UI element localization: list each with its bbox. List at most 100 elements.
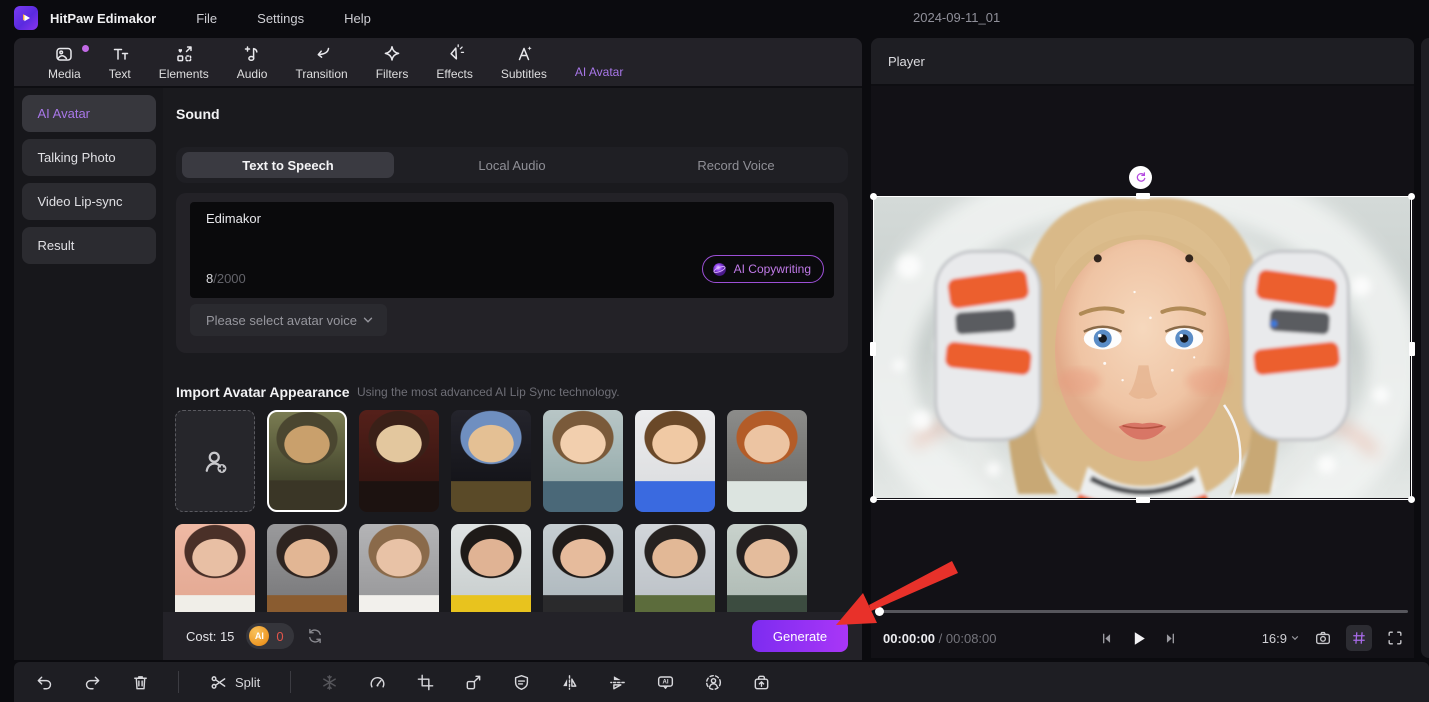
tool-ai-subtitle-button[interactable]: AI xyxy=(641,662,689,702)
tool-trash-button[interactable] xyxy=(116,662,164,702)
current-time: 00:00:00 xyxy=(883,631,935,646)
avatar-thumb-woman-green-shirt[interactable] xyxy=(727,524,807,626)
menu-file[interactable]: File xyxy=(196,11,217,26)
menu-help[interactable]: Help xyxy=(344,11,371,26)
playhead-knob[interactable] xyxy=(875,607,884,616)
tool-undo-button[interactable] xyxy=(20,662,68,702)
sidebar-item-video-lip-sync[interactable]: Video Lip-sync xyxy=(22,183,156,220)
sidebar-item-ai-avatar[interactable]: AI Avatar xyxy=(22,95,156,132)
scissors-icon xyxy=(209,673,228,692)
avatar-thumb-redhead-woman[interactable] xyxy=(727,410,807,512)
avatar-thumb-woman-olive-shirt[interactable] xyxy=(635,524,715,626)
play-icon[interactable] xyxy=(1128,628,1149,649)
sidebar-item-talking-photo[interactable]: Talking Photo xyxy=(22,139,156,176)
aspect-ratio-select[interactable]: 16:9 xyxy=(1262,631,1300,646)
script-text-input[interactable]: Edimakor 8/2000 AI Copywriting xyxy=(190,202,834,298)
sound-tab-local-audio[interactable]: Local Audio xyxy=(406,152,618,178)
resize-handle-top[interactable] xyxy=(1136,193,1150,199)
avatar-thumb-shakespeare[interactable] xyxy=(359,410,439,512)
project-title: 2024-09-11_01 xyxy=(913,10,1000,25)
rotate-handle[interactable] xyxy=(1129,166,1152,189)
avatar-thumb-woman-ponytail[interactable] xyxy=(359,524,439,626)
import-avatar-subtitle: Using the most advanced AI Lip Sync tech… xyxy=(357,385,620,399)
snapshot-camera-icon[interactable] xyxy=(1314,629,1332,647)
freeze-icon xyxy=(320,673,339,692)
ribbon-tab-media[interactable]: Media xyxy=(34,38,95,86)
player-panel: Player xyxy=(871,38,1414,658)
avatar-thumb-woman-peach-bg[interactable] xyxy=(175,524,255,626)
svg-text:AI: AI xyxy=(662,678,668,685)
previous-frame-icon[interactable] xyxy=(1099,630,1116,647)
timeline-toolbar: Split AI xyxy=(14,662,1429,702)
ai-copywriting-button[interactable]: AI Copywriting xyxy=(702,255,824,283)
tool-crop-button[interactable] xyxy=(401,662,449,702)
video-canvas[interactable] xyxy=(873,196,1412,500)
sidebar-item-result[interactable]: Result xyxy=(22,227,156,264)
resize-handle-top-right[interactable] xyxy=(1408,193,1415,200)
fullscreen-icon[interactable] xyxy=(1386,629,1404,647)
ai-subtitle-icon: AI xyxy=(656,673,675,692)
resize-handle-bottom-left[interactable] xyxy=(870,496,877,503)
ribbon-tab-label: Transition xyxy=(295,67,347,81)
tool-speed-button[interactable] xyxy=(353,662,401,702)
ribbon-tab-effects[interactable]: Effects xyxy=(422,38,486,86)
collapsed-side-panel-edge[interactable] xyxy=(1421,38,1429,658)
grid-toggle-button[interactable] xyxy=(1346,625,1372,651)
avatar-thumb-pearl-earring-girl[interactable] xyxy=(451,410,531,512)
resize-handle-top-left[interactable] xyxy=(870,193,877,200)
player-header: Player xyxy=(871,38,1414,86)
time-separator: / xyxy=(935,631,946,646)
face-detect-icon xyxy=(704,673,723,692)
resize-handle-bottom-right[interactable] xyxy=(1408,496,1415,503)
ribbon-tab-label: Subtitles xyxy=(501,67,547,81)
ribbon-tab-label: Text xyxy=(109,67,131,81)
text-to-speech-card: Edimakor 8/2000 AI Copywriting Please se… xyxy=(176,193,848,353)
resize-handle-right[interactable] xyxy=(1409,342,1415,356)
ribbon-tab-filters[interactable]: Filters xyxy=(362,38,423,86)
avatar-thumb-woman-bangs[interactable] xyxy=(543,524,623,626)
avatar-thumb-woman-updo-coat[interactable] xyxy=(267,524,347,626)
mask-icon xyxy=(512,673,531,692)
ribbon-tab-label: Audio xyxy=(237,67,268,81)
tool-transform-button[interactable] xyxy=(449,662,497,702)
sound-tab-text-to-speech[interactable]: Text to Speech xyxy=(182,152,394,178)
ai-copywriting-label: AI Copywriting xyxy=(734,262,811,276)
avatar-thumb-mona-lisa[interactable] xyxy=(267,410,347,512)
ribbon-tab-subtitles[interactable]: Subtitles xyxy=(487,38,561,86)
avatar-voice-select[interactable]: Please select avatar voice xyxy=(190,304,387,336)
export-icon xyxy=(752,673,771,692)
tool-mask-button[interactable] xyxy=(497,662,545,702)
aspect-ratio-value: 16:9 xyxy=(1262,631,1287,646)
sound-tab-record-voice[interactable]: Record Voice xyxy=(630,152,842,178)
tool-face-detect-button[interactable] xyxy=(689,662,737,702)
ribbon-tab-label: Filters xyxy=(376,67,409,81)
refresh-credits-icon[interactable] xyxy=(306,627,324,645)
ribbon-tab-audio[interactable]: Audio xyxy=(223,38,282,86)
tool-freeze-button[interactable] xyxy=(305,662,353,702)
tool-flip-h-button[interactable] xyxy=(545,662,593,702)
resize-handle-bottom[interactable] xyxy=(1136,497,1150,503)
char-counter: 8/2000 xyxy=(206,271,246,286)
tool-scissors-button[interactable]: Split xyxy=(193,662,276,702)
ribbon-tab-ai-avatar[interactable]: AI Avatar xyxy=(561,38,637,86)
avatar-thumb-woman-yellow-tee[interactable] xyxy=(451,524,531,626)
rotate-icon xyxy=(1134,171,1148,185)
import-avatar-heading: Import Avatar Appearance xyxy=(176,384,350,400)
ribbon-tab-text[interactable]: Text xyxy=(95,38,145,86)
tool-export-button[interactable] xyxy=(737,662,785,702)
ai-coin-icon: AI xyxy=(249,626,269,646)
avatar-thumb-cartoon-girl-glasses[interactable] xyxy=(543,410,623,512)
chevron-down-icon xyxy=(1290,633,1300,643)
avatar-thumb-cartoon-boy-hoodie[interactable] xyxy=(635,410,715,512)
app-logo-icon xyxy=(14,6,38,30)
generate-button[interactable]: Generate xyxy=(752,620,848,652)
avatar-upload-tile[interactable] xyxy=(175,410,255,512)
next-frame-icon[interactable] xyxy=(1161,630,1178,647)
tool-redo-button[interactable] xyxy=(68,662,116,702)
preview-scrubber[interactable] xyxy=(877,610,1408,613)
ribbon-tab-elements[interactable]: Elements xyxy=(145,38,223,86)
menu-settings[interactable]: Settings xyxy=(257,11,304,26)
ribbon-tab-transition[interactable]: Transition xyxy=(281,38,361,86)
resize-handle-left[interactable] xyxy=(870,342,876,356)
tool-flip-v-button[interactable] xyxy=(593,662,641,702)
